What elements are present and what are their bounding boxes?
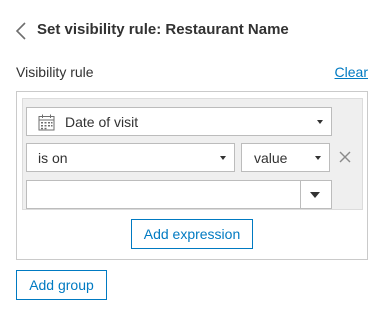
- chevron-left-icon: [15, 22, 26, 40]
- caret-down-icon[interactable]: [310, 192, 320, 198]
- visibility-rule-panel: Set visibility rule: Restaurant Name Vis…: [0, 0, 388, 328]
- value-type-select-value: value: [254, 149, 288, 166]
- operator-select[interactable]: is on: [26, 143, 235, 172]
- expression-row: Date of visit is on value: [22, 98, 363, 210]
- chevron-down-icon: [220, 155, 226, 160]
- close-icon: [339, 151, 351, 163]
- value-input[interactable]: [26, 180, 332, 209]
- clear-link[interactable]: Clear: [335, 64, 368, 80]
- chevron-down-icon: [315, 155, 321, 160]
- rule-group-box: Date of visit is on value Add expression: [16, 91, 368, 260]
- field-select-value: Date of visit: [65, 113, 139, 130]
- field-select[interactable]: Date of visit: [26, 107, 332, 136]
- remove-expression-button[interactable]: [337, 149, 353, 165]
- back-button[interactable]: [12, 20, 30, 42]
- page-title: Set visibility rule: Restaurant Name: [37, 21, 289, 38]
- add-expression-button[interactable]: Add expression: [131, 219, 253, 249]
- visibility-rule-label: Visibility rule: [16, 64, 94, 80]
- chevron-down-icon: [317, 119, 323, 124]
- add-group-button[interactable]: Add group: [16, 270, 107, 300]
- value-type-select[interactable]: value: [241, 143, 330, 172]
- operator-select-value: is on: [38, 149, 68, 166]
- input-divider: [300, 181, 301, 208]
- panel-header: Set visibility rule: Restaurant Name: [0, 0, 388, 60]
- calendar-icon: [38, 114, 55, 131]
